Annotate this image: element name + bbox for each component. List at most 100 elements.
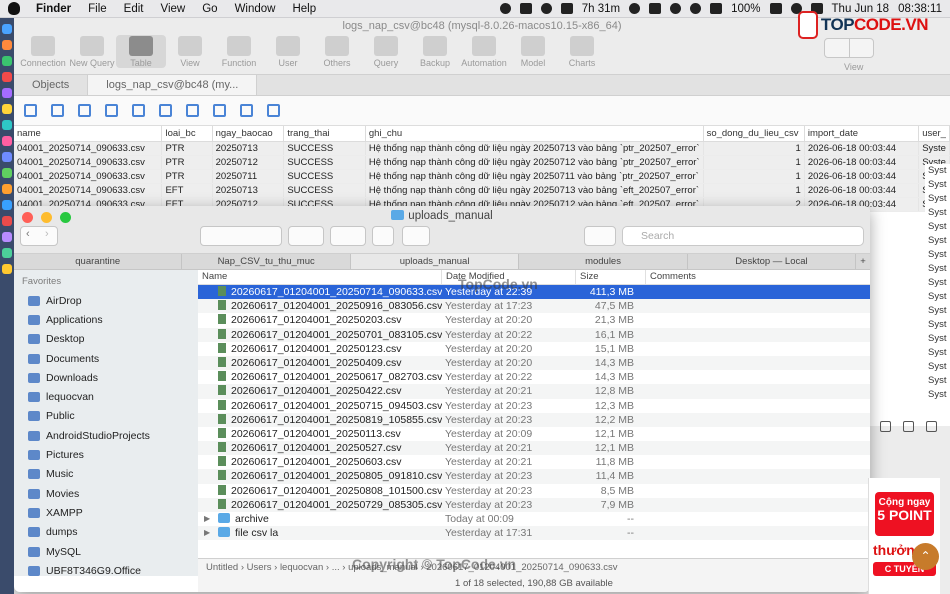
table-cell[interactable]: 2026-06-18 00:03:44 — [804, 155, 920, 170]
table-cell[interactable]: 2026-06-18 00:03:44 — [804, 183, 920, 198]
menu-help[interactable]: Help — [292, 3, 316, 15]
path-segment[interactable]: Users — [247, 562, 272, 573]
toolbar-connection[interactable]: Connection — [18, 35, 68, 68]
sidebar-item[interactable]: Music — [14, 465, 198, 484]
table-cell[interactable]: 1 — [703, 141, 805, 156]
refresh-icon[interactable] — [78, 104, 91, 117]
list-item[interactable]: 20260617_01204001_20250617_082703.csv Yes… — [198, 370, 870, 384]
apple-icon[interactable] — [8, 2, 20, 15]
tab-desktop-local[interactable]: Desktop — Local — [688, 254, 857, 269]
toolbar-table[interactable]: Table — [116, 35, 166, 68]
chart-view-icon[interactable] — [267, 104, 280, 117]
export-icon[interactable] — [213, 104, 226, 117]
dock-app-icon[interactable] — [2, 200, 12, 210]
sidebar-item[interactable]: Pictures — [14, 445, 198, 464]
table-cell[interactable]: 20250711 — [212, 169, 285, 184]
column-header[interactable]: so_dong_du_lieu_csv — [703, 126, 805, 142]
column-header[interactable]: loai_bc — [161, 126, 213, 142]
table-cell[interactable]: 2026-06-18 00:03:44 — [804, 141, 920, 156]
table-cell[interactable]: Hệ thống nạp thành công dữ liệu ngày 202… — [365, 141, 704, 156]
table-cell[interactable]: Hệ thống nạp thành công dữ liệu ngày 202… — [365, 169, 704, 184]
dock-app-icon[interactable] — [2, 168, 12, 178]
ad-banner[interactable]: Cộng ngay 5 POINT thưởng C TUYỂN — [868, 478, 940, 594]
toolbar-backup[interactable]: Backup — [410, 35, 460, 68]
list-item[interactable]: 20260617_01204001_20250729_085305.csv Yes… — [198, 497, 870, 512]
battery-icon[interactable] — [769, 3, 782, 14]
list-item[interactable]: 20260617_01204001_20250527.csv Yesterday … — [198, 441, 870, 456]
table-row[interactable]: 04001_20250714_090633.csv PTR 20250711 SUCC… — [14, 169, 950, 184]
status-icon[interactable] — [670, 3, 682, 14]
right-user-cell[interactable]: Syst — [925, 388, 950, 402]
table-cell[interactable]: 04001_20250714_090633.csv — [14, 141, 163, 156]
list-item[interactable]: 20260617_01204001_20250808_101500.csv Yes… — [198, 484, 870, 498]
right-user-cell[interactable]: Syst — [925, 346, 950, 360]
right-user-cell[interactable]: Syst — [925, 276, 950, 290]
chevron-left-icon[interactable]: ‹ — [26, 228, 30, 240]
status-icon[interactable] — [629, 3, 641, 14]
dock-app-icon[interactable] — [2, 136, 12, 146]
grid-view-icon[interactable] — [903, 420, 914, 432]
menu-app[interactable]: Finder — [36, 3, 71, 15]
dock-app-icon[interactable] — [2, 232, 12, 242]
menu-view[interactable]: View — [161, 3, 186, 15]
path-segment[interactable]: ... — [332, 562, 340, 573]
disclosure-triangle-icon[interactable]: ▶ — [204, 526, 210, 540]
right-user-cell[interactable]: Syst — [925, 220, 950, 234]
list-item[interactable]: 20260617_01204001_20250701_083105.csv Yes… — [198, 327, 870, 342]
tab-objects[interactable]: Objects — [14, 75, 89, 95]
column-header[interactable]: user_ — [918, 126, 950, 142]
sidebar-item[interactable]: lequocvan — [14, 387, 198, 406]
table-cell[interactable]: 2026-06-18 00:03:44 — [804, 169, 920, 184]
back-forward-buttons[interactable]: ‹ › — [20, 226, 58, 246]
dock-app-icon[interactable] — [2, 56, 12, 66]
right-user-cell[interactable]: Syst — [925, 374, 950, 388]
sidebar-item[interactable]: UBF8T346G9.Office — [14, 561, 198, 580]
toolbar-user[interactable]: User — [263, 35, 313, 68]
scroll-top-button[interactable]: ⌃ — [912, 543, 939, 570]
dock-app-icon[interactable] — [2, 248, 12, 258]
status-icon[interactable] — [649, 3, 662, 14]
table-cell[interactable]: PTR — [161, 169, 213, 184]
dock-app-icon[interactable] — [2, 40, 12, 50]
table-cell[interactable]: 1 — [703, 155, 805, 170]
toolbar-query[interactable]: Query — [361, 35, 411, 68]
sidebar-item[interactable]: XAMPP — [14, 503, 198, 522]
column-header[interactable]: ghi_chu — [365, 126, 704, 142]
menu-edit[interactable]: Edit — [124, 3, 144, 15]
tab-quarantine[interactable]: quarantine — [14, 254, 183, 269]
dock-app-icon[interactable] — [2, 216, 12, 226]
toolbar-function[interactable]: Function — [214, 35, 264, 68]
status-icon[interactable] — [499, 3, 511, 14]
right-user-cell[interactable]: Syst — [925, 332, 950, 346]
search-input[interactable]: Search — [622, 226, 864, 246]
list-item[interactable]: 20260617_01204001_20250203.csv Yesterday … — [198, 313, 870, 327]
sidebar-item[interactable]: Downloads — [14, 368, 198, 387]
wifi-icon[interactable] — [690, 3, 702, 14]
table-cell[interactable]: Hệ thống nạp thành công dữ liệu ngày 202… — [365, 183, 704, 198]
tab-modules[interactable]: modules — [519, 254, 688, 269]
table-cell[interactable]: SUCCESS — [283, 183, 366, 198]
table-cell[interactable]: 04001_20250714_090633.csv — [14, 169, 163, 184]
table-row[interactable]: 04001_20250714_090633.csv EFT 20250713 SUCC… — [14, 183, 950, 198]
sidebar-item[interactable]: Applications — [14, 310, 198, 329]
dock-app-icon[interactable] — [2, 184, 12, 194]
right-user-cell[interactable]: Syst — [925, 178, 950, 192]
new-tab-button[interactable]: + — [856, 254, 870, 269]
sidebar-item[interactable]: Desktop — [14, 330, 198, 349]
table-cell[interactable]: SUCCESS — [283, 155, 366, 170]
list-item[interactable]: ▶ file csv la Yesterday at 17:31 -- — [198, 526, 870, 541]
right-user-cell[interactable]: Syst — [925, 192, 950, 206]
status-icon[interactable] — [710, 3, 723, 14]
disclosure-triangle-icon[interactable]: ▶ — [204, 512, 210, 526]
right-user-cell[interactable]: Syst — [925, 262, 950, 276]
right-user-cell[interactable]: Syst — [925, 234, 950, 248]
table-cell[interactable]: SUCCESS — [283, 141, 366, 156]
menu-window[interactable]: Window — [235, 3, 276, 15]
table-cell[interactable]: Hệ thống nạp thành công dữ liệu ngày 202… — [365, 155, 704, 170]
table-cell[interactable]: Syste — [918, 141, 950, 156]
form-view-icon[interactable] — [926, 420, 937, 432]
list-item[interactable]: 20260617_01204001_20250805_091810.csv Yes… — [198, 469, 870, 484]
status-icon[interactable] — [519, 3, 532, 14]
list-item[interactable]: 20260617_01204001_20250603.csv Yesterday … — [198, 455, 870, 469]
toolbar-new-query[interactable]: New Query — [67, 35, 117, 68]
